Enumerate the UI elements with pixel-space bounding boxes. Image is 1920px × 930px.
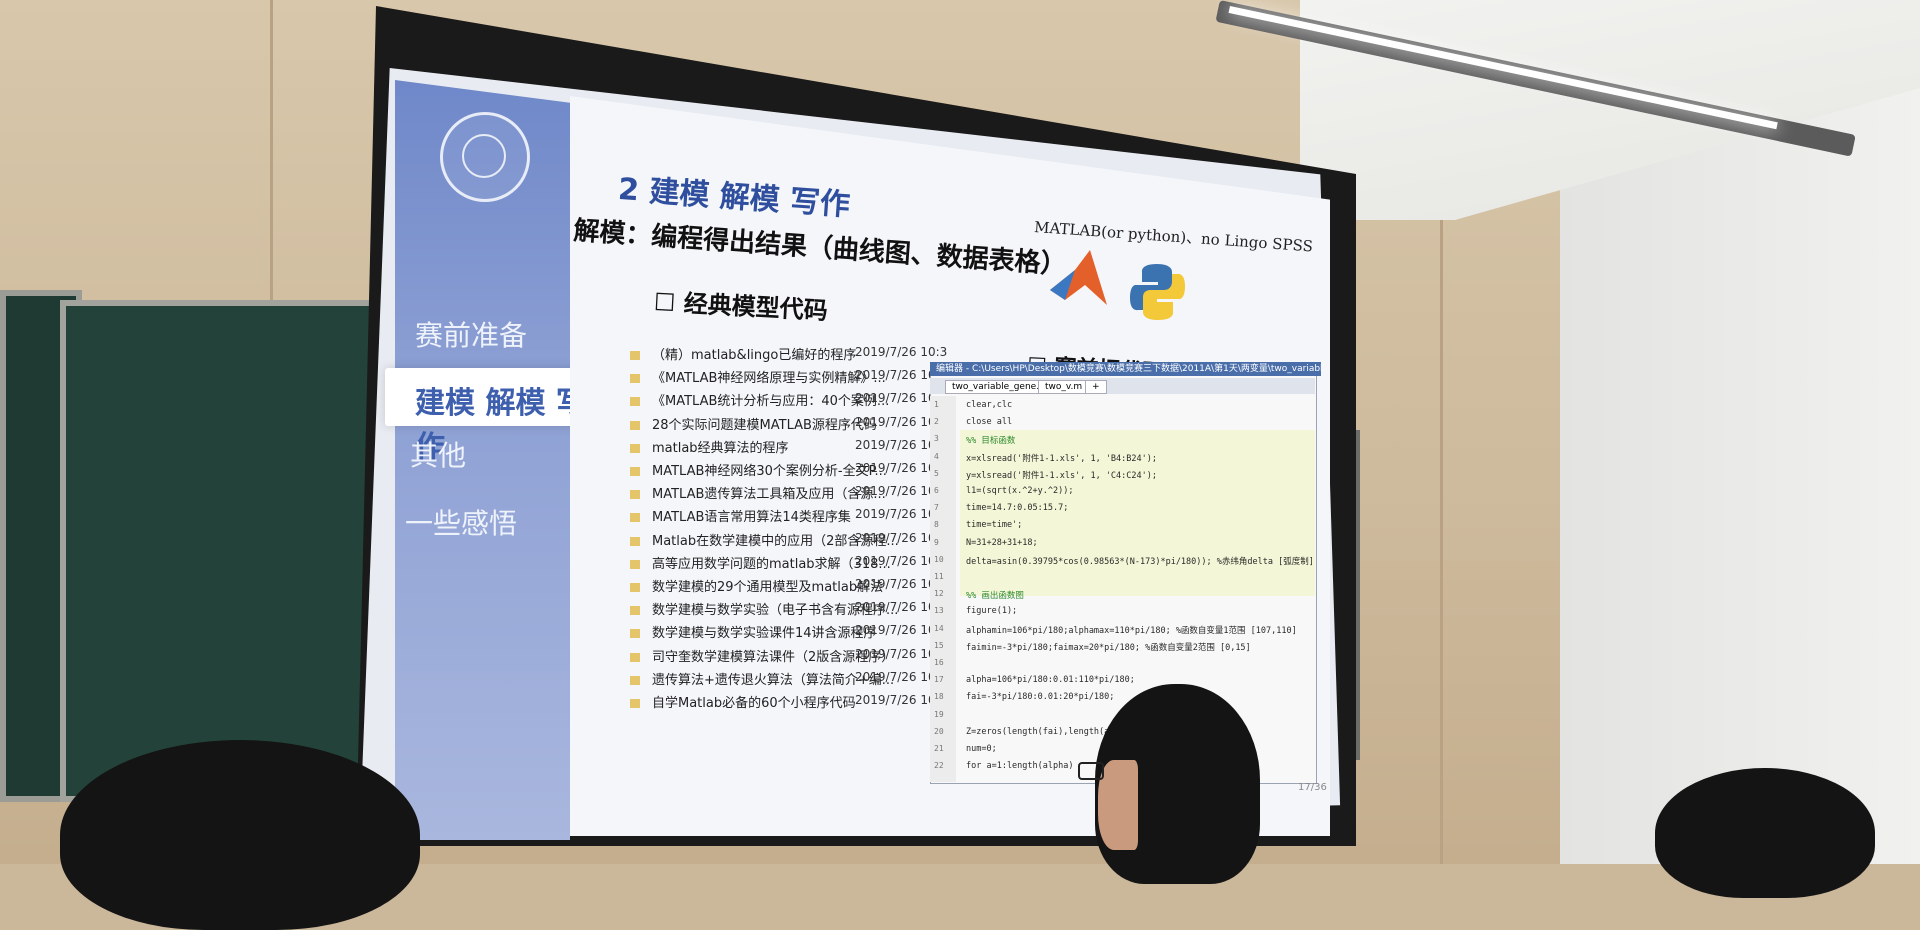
file-name: 数学建模与数学实验课件14讲含源程序: [652, 626, 877, 642]
folder-icon: [630, 467, 640, 476]
file-name: MATLAB神经网络30个案例分析-全文P...: [652, 464, 887, 479]
code-line: x=xlsread('附件1-1.xls', 1, 'B4:B24');: [966, 453, 1157, 464]
file-list-item[interactable]: （精）matlab&lingo已编好的程序: [630, 344, 856, 363]
code-line: y=xlsread('附件1-1.xls', 1, 'C4:C24');: [966, 470, 1157, 481]
sidebar-item-reflections[interactable]: 一些感悟: [405, 502, 517, 542]
folder-icon: [630, 420, 640, 430]
line-number: 9: [934, 537, 939, 547]
code-line: l1=(sqrt(x.^2+y.^2));: [966, 486, 1074, 496]
wall-panel-seam: [1440, 190, 1443, 864]
editor-tab-add[interactable]: +: [1085, 380, 1107, 394]
file-name: （精）matlab&lingo已编好的程序: [652, 348, 857, 363]
slide-page-number: 17/36: [1298, 782, 1327, 793]
file-list-item[interactable]: matlab经典算法的程序: [630, 437, 789, 456]
eyeglasses: [1078, 762, 1104, 780]
file-list-item[interactable]: MATLAB遗传算法工具箱及应用（含源...: [630, 483, 886, 502]
code-line: faimin=-3*pi/180;faimax=20*pi/180; %函数自变…: [966, 642, 1251, 653]
code-line: %% 画出函数图: [966, 591, 1024, 602]
folder-icon: [630, 606, 640, 616]
line-number: 2: [934, 417, 939, 427]
line-number: 6: [934, 486, 939, 495]
code-line: num=0;: [966, 744, 997, 754]
line-number: 20: [934, 726, 944, 736]
python-logo: [1130, 264, 1185, 320]
audience-head-right: [1655, 768, 1875, 898]
folder-icon: [630, 374, 640, 384]
file-date: 2019/7/26 10:3: [855, 345, 948, 359]
code-line: close all: [966, 417, 1013, 428]
line-number: 13: [934, 606, 944, 616]
folder-icon: [630, 536, 640, 546]
file-list-item[interactable]: 数学建模与数学实验课件14讲含源程序: [630, 622, 877, 641]
file-name: MATLAB语言常用算法14类程序集: [652, 510, 851, 526]
file-list-item[interactable]: MATLAB神经网络30个案例分析-全文P...: [630, 460, 887, 479]
folder-icon: [630, 699, 640, 708]
code-line: figure(1);: [966, 606, 1018, 617]
folder-icon: [630, 652, 640, 662]
file-list-item[interactable]: 高等应用数学问题的matlab求解（318...: [630, 553, 891, 572]
wall-panel-seam: [270, 0, 273, 300]
code-line: %% 目标函数: [966, 436, 1016, 447]
folder-icon: [630, 513, 640, 523]
university-seal-emblem: [462, 134, 506, 178]
line-number: 22: [934, 761, 944, 771]
file-list-item[interactable]: 28个实际问题建模MATLAB源程序代码: [630, 414, 877, 433]
blackboard-middle: [60, 300, 382, 802]
editor-title-bar: 编辑器 - C:\Users\HP\Desktop\数模竞赛\数模竞赛三下数据\…: [930, 362, 1321, 376]
line-number: 16: [934, 658, 944, 667]
folder-icon: [630, 559, 640, 569]
folder-icon: [630, 490, 640, 500]
line-number: 19: [934, 709, 944, 719]
line-number: 11: [934, 572, 944, 581]
file-list-item[interactable]: 《MATLAB统计分析与应用：40个案例...: [630, 390, 889, 409]
code-line: time=time';: [966, 520, 1023, 531]
audience-head-left: [60, 740, 420, 930]
file-name: MATLAB遗传算法工具箱及应用（含源...: [652, 487, 886, 503]
folder-icon: [630, 629, 640, 639]
folder-icon: [630, 583, 640, 592]
matlab-logo: [1050, 250, 1107, 305]
code-line: clear,clc: [966, 400, 1013, 410]
file-name: 28个实际问题建模MATLAB源程序代码: [652, 417, 877, 433]
line-number: 10: [934, 554, 944, 564]
file-name: 《MATLAB神经网络原理与实例精解》...: [652, 371, 886, 387]
file-name: 自学Matlab必备的60个小程序代码: [652, 696, 856, 711]
file-name: 《MATLAB统计分析与应用：40个案例...: [652, 394, 890, 410]
sidebar-item-prep[interactable]: 赛前准备: [415, 314, 527, 354]
line-number: 12: [934, 589, 944, 599]
file-list-item[interactable]: 《MATLAB神经网络原理与实例精解》...: [630, 367, 886, 386]
line-number: 7: [934, 503, 939, 513]
file-list-item[interactable]: 自学Matlab必备的60个小程序代码: [630, 692, 856, 711]
code-line: for a=1:length(alpha): [966, 761, 1074, 772]
line-number: 8: [934, 520, 939, 530]
folder-icon: [630, 443, 640, 453]
code-line: N=31+28+31+18;: [966, 537, 1038, 548]
folder-icon: [630, 351, 640, 360]
code-line: alpha=106*pi/180:0.01:110*pi/180;: [966, 675, 1135, 686]
file-name: matlab经典算法的程序: [652, 440, 789, 456]
audience-face: [1098, 760, 1138, 850]
line-number: 5: [934, 468, 939, 478]
folder-icon: [630, 397, 640, 407]
line-number: 1: [934, 400, 939, 409]
code-line: time=14.7:0.05:15.7;: [966, 503, 1069, 514]
code-line: fai=-3*pi/180:0.01:20*pi/180;: [966, 692, 1115, 703]
line-number: 4: [934, 451, 939, 461]
sidebar-item-other[interactable]: 其他: [410, 434, 466, 474]
line-number: 14: [934, 623, 944, 633]
file-list-item[interactable]: 数学建模的29个通用模型及matlab解法: [630, 576, 883, 595]
line-number: 18: [934, 692, 944, 702]
file-list-item[interactable]: MATLAB语言常用算法14类程序集: [630, 506, 851, 525]
editor-tab[interactable]: two_v.m: [1038, 380, 1090, 394]
file-name: 数学建模的29个通用模型及matlab解法: [652, 580, 884, 595]
line-number: 17: [934, 675, 944, 685]
line-number: 3: [934, 434, 939, 444]
line-number: 21: [934, 744, 944, 753]
code-line: alphamin=106*pi/180;alphamax=110*pi/180;…: [966, 625, 1297, 636]
line-number: 15: [934, 640, 944, 650]
code-line: delta=asin(0.39795*cos(0.98563*(N-173)*p…: [966, 556, 1314, 567]
folder-icon: [630, 675, 640, 685]
